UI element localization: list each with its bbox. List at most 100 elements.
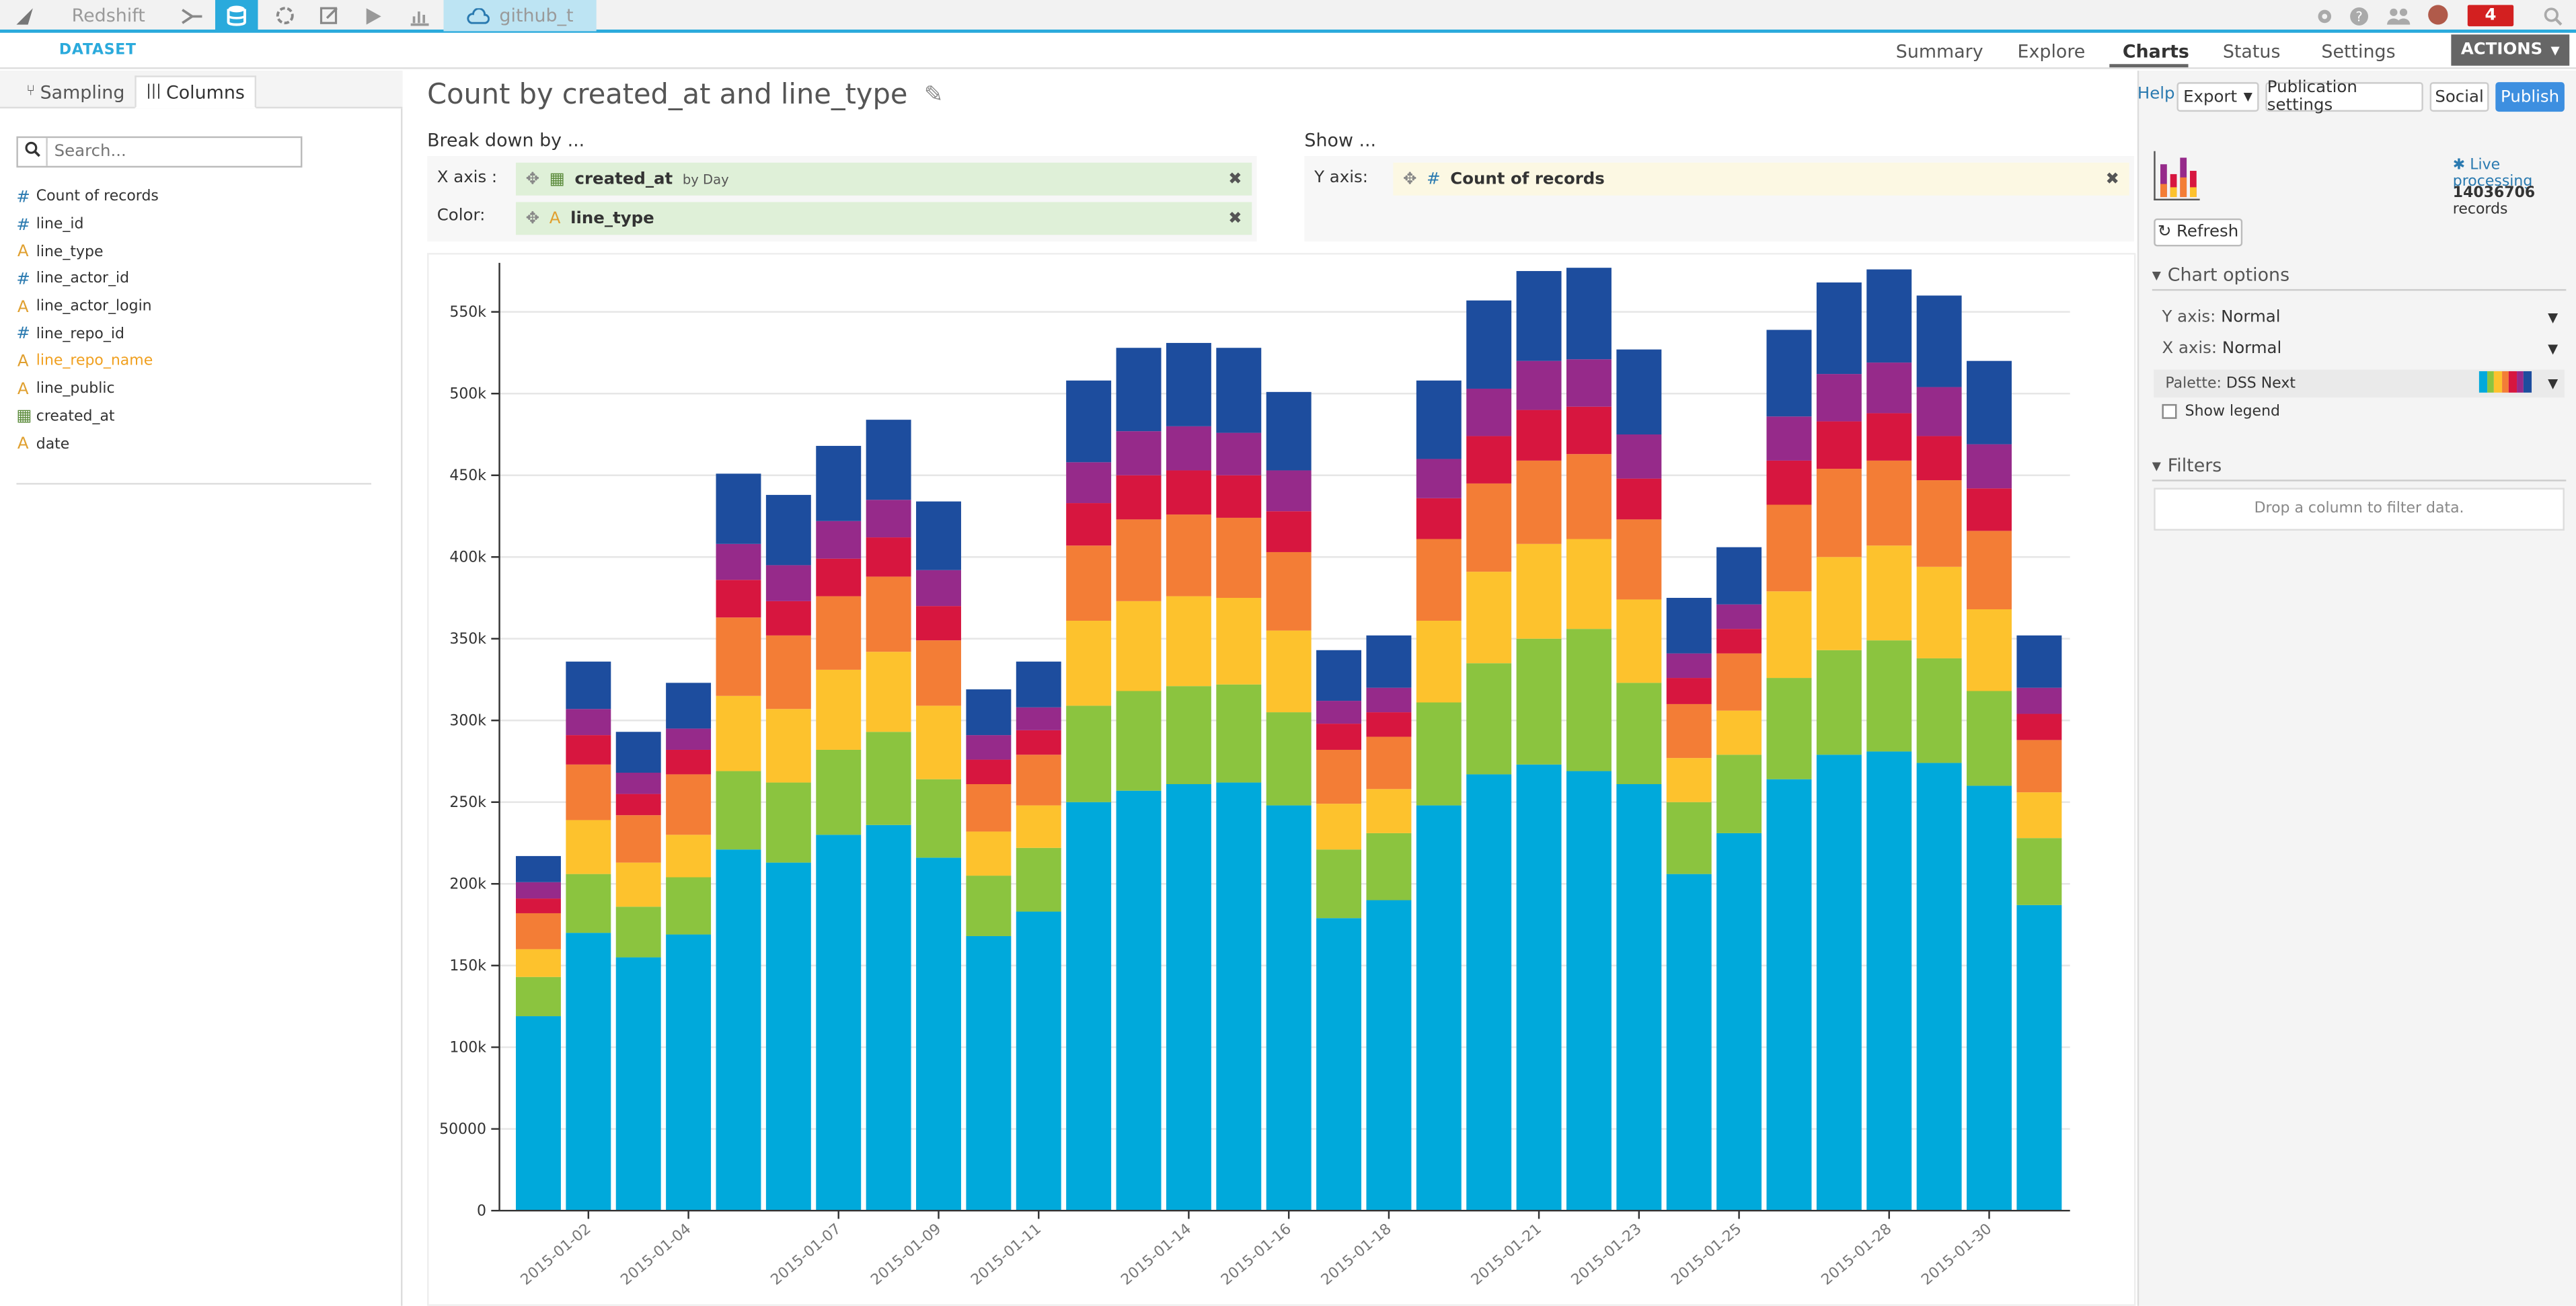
bar-segment — [566, 874, 611, 933]
bar-segment — [2016, 635, 2062, 688]
tab-explore[interactable]: Explore — [2018, 41, 2086, 63]
column-name: line_id — [36, 217, 84, 233]
bar-segment — [515, 855, 561, 882]
column-item[interactable]: Aline_public — [16, 376, 158, 404]
filters-header[interactable]: ▼ Filters — [2152, 455, 2222, 477]
show-legend-checkbox[interactable] — [2162, 404, 2177, 419]
bar-segment — [1516, 638, 1562, 765]
column-item[interactable]: Aline_actor_login — [16, 294, 158, 321]
refresh-button[interactable]: ↻ Refresh — [2154, 218, 2243, 247]
sampling-icon: ⑂ — [26, 83, 36, 100]
bar-segment — [1816, 469, 1862, 558]
flow-icon[interactable] — [171, 0, 214, 31]
x-axis-scale-select[interactable]: X axis: Normal ▼ — [2154, 335, 2565, 363]
move-handle-icon[interactable]: ✥ — [1403, 170, 1416, 188]
users-icon[interactable] — [2380, 0, 2417, 31]
bar-segment — [666, 749, 712, 775]
tab-status[interactable]: Status — [2223, 41, 2281, 63]
export-button[interactable]: Export ▼ — [2176, 82, 2259, 112]
chart-options-label: Chart options — [2167, 264, 2290, 286]
move-handle-icon[interactable]: ✥ — [526, 170, 539, 188]
pencil-edit-icon[interactable]: ✎ — [924, 82, 944, 108]
bar-segment — [1216, 475, 1262, 518]
gear-icon: ✱ — [2452, 157, 2466, 174]
bar-segment — [966, 935, 1012, 1211]
column-item[interactable]: Adate — [16, 430, 158, 458]
bar-segment — [1616, 683, 1662, 785]
notebook-icon[interactable] — [307, 0, 350, 31]
actions-button[interactable]: ACTIONS ▼ — [2451, 34, 2570, 66]
color-pill[interactable]: ✥ A line_type ✖ — [515, 202, 1252, 235]
bar-segment — [765, 862, 811, 1211]
publication-settings-button[interactable]: Publication settings — [2265, 79, 2423, 115]
user-avatar[interactable] — [2428, 5, 2448, 25]
x-pill-name: created_at — [574, 169, 673, 188]
tab-settings[interactable]: Settings — [2321, 41, 2395, 63]
bar-segment — [1016, 805, 1061, 848]
filters-divider — [2152, 479, 2567, 482]
project-name[interactable]: Redshift — [49, 0, 167, 31]
tab-summary[interactable]: Summary — [1896, 41, 1983, 63]
show-legend-option[interactable]: Show legend — [2154, 397, 2565, 426]
y-tick-label: 150k — [449, 958, 486, 974]
column-item[interactable]: Aline_type — [16, 239, 158, 266]
y-axis-scale-select[interactable]: Y axis: Normal ▼ — [2154, 304, 2565, 332]
column-item[interactable]: Aline_repo_name — [16, 348, 158, 376]
tab-columns[interactable]: ||| Columns — [135, 75, 256, 109]
publish-button[interactable]: Publish — [2495, 82, 2565, 112]
bar-segment — [666, 835, 712, 878]
dataset-tab[interactable]: github_t — [443, 0, 597, 32]
move-handle-icon[interactable]: ✥ — [526, 209, 539, 227]
top-navbar: Redshift github_t ? 4 — [0, 0, 2576, 33]
bar-segment — [716, 849, 761, 1211]
notification-count-badge[interactable]: 4 — [2467, 5, 2514, 27]
x-axis-pill[interactable]: ✥ ▦ created_at by Day ✖ — [515, 162, 1252, 196]
bar-segment — [1066, 380, 1112, 463]
bar-segment — [1116, 431, 1162, 475]
column-name: Count of records — [36, 189, 159, 206]
bar-segment — [1716, 653, 1762, 711]
bar-segment — [1616, 519, 1662, 600]
bar-segment — [1266, 551, 1312, 631]
bar-segment — [1566, 406, 1612, 455]
filter-drop-zone[interactable]: Drop a column to filter data. — [2154, 488, 2565, 531]
dashboard-chart-icon[interactable] — [397, 0, 441, 31]
chart-title[interactable]: Count by created_at and line_type ✎ — [427, 79, 943, 112]
gear-icon[interactable] — [2310, 0, 2339, 31]
datasets-icon[interactable] — [215, 0, 258, 32]
tab-charts[interactable]: Charts — [2123, 41, 2189, 63]
remove-y-icon[interactable]: ✖ — [2105, 170, 2119, 188]
column-item[interactable]: # line_actor_id — [16, 266, 158, 294]
remove-x-icon[interactable]: ✖ — [1228, 170, 1242, 188]
social-button[interactable]: Social — [2429, 82, 2489, 112]
tab-sampling[interactable]: ⑂ Sampling — [16, 75, 135, 108]
search-icon[interactable] — [2538, 0, 2568, 31]
bar-segment — [1516, 360, 1562, 410]
column-item[interactable]: ▦ created_at — [16, 404, 158, 431]
help-link[interactable]: Help — [2137, 85, 2175, 104]
bar-segment — [1316, 804, 1362, 850]
chart-type-thumbnail[interactable] — [2154, 151, 2200, 200]
column-item[interactable]: # line_id — [16, 211, 158, 239]
bar-segment — [2016, 838, 2062, 905]
bar-segment — [1666, 874, 1712, 1211]
remove-color-icon[interactable]: ✖ — [1228, 209, 1242, 227]
bar-segment — [916, 606, 961, 641]
actions-button-label: ACTIONS — [2460, 41, 2543, 59]
bar-segment — [1766, 591, 1812, 679]
y-tick-label: 300k — [449, 713, 486, 730]
recipes-icon[interactable] — [263, 0, 306, 31]
jobs-play-icon[interactable] — [352, 0, 395, 31]
bar-segment — [1967, 691, 2012, 786]
chart-options-header[interactable]: ▼ Chart options — [2152, 264, 2289, 286]
help-icon[interactable]: ? — [2345, 0, 2374, 31]
x-pill-binning[interactable]: by Day — [683, 171, 729, 186]
column-search-input[interactable] — [47, 143, 295, 161]
dss-logo-icon[interactable] — [10, 0, 40, 31]
x-axis-scale-value: Normal — [2222, 340, 2282, 358]
column-item[interactable]: # line_repo_id — [16, 321, 158, 348]
bar-segment — [1866, 751, 1912, 1211]
y-axis-pill[interactable]: ✥ # Count of records ✖ — [1393, 162, 2129, 196]
column-item[interactable]: # Count of records — [16, 184, 158, 212]
x-tick-label: 2015-01-23 — [1568, 1221, 1645, 1289]
